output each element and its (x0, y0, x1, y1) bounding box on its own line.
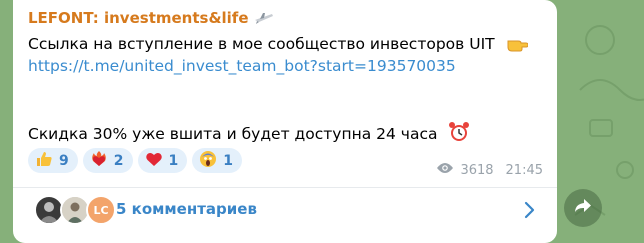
reaction-scream[interactable]: 1 (192, 148, 242, 173)
screaming-face-icon (199, 150, 217, 172)
message-line-3: Скидка 30% уже вшита и будет доступна 24… (28, 121, 470, 147)
sender-name-text: LEFONT: investments&life (28, 9, 249, 27)
message-line-1: Ссылка на вступление в мое сообщество ин… (28, 35, 529, 57)
message-line-3-text: Скидка 30% уже вшита и будет доступна 24… (28, 125, 438, 143)
sender-name[interactable]: LEFONT: investments&life (28, 9, 274, 29)
red-heart-icon (145, 150, 163, 172)
message-line-1-text: Ссылка на вступление в мое сообщество ин… (28, 35, 495, 53)
forward-button[interactable] (564, 189, 602, 227)
views-eye-icon (436, 162, 454, 178)
comments-label: 5 комментариев (116, 200, 257, 218)
reactions-bar: 9 2 1 1 (28, 148, 242, 173)
reaction-heart[interactable]: 1 (137, 148, 188, 173)
commenter-avatars: LC (34, 195, 124, 225)
reaction-count: 9 (59, 152, 69, 169)
reaction-count: 1 (223, 152, 233, 169)
comments-button[interactable]: LC 5 комментариев (13, 188, 557, 243)
airplane-icon (254, 11, 274, 29)
pointing-hand-icon (506, 35, 529, 57)
views-count: 3618 (460, 162, 494, 178)
reaction-count: 1 (168, 152, 179, 169)
reaction-count: 2 (113, 152, 124, 169)
forward-icon (573, 197, 593, 219)
alarm-clock-icon (448, 121, 470, 147)
invite-link[interactable]: https://t.me/united_invest_team_bot?star… (28, 57, 456, 75)
avatar: LC (86, 195, 116, 225)
chevron-right-icon (523, 201, 535, 223)
heart-on-fire-icon (90, 150, 108, 172)
thumbs-up-icon (35, 150, 53, 172)
reaction-heart-on-fire[interactable]: 2 (82, 148, 133, 173)
message-bubble: LEFONT: investments&life Ссылка на вступ… (13, 0, 557, 243)
reaction-thumbs-up[interactable]: 9 (28, 148, 78, 173)
message-meta: 3618 21:45 (436, 162, 543, 178)
message-time: 21:45 (505, 162, 543, 178)
